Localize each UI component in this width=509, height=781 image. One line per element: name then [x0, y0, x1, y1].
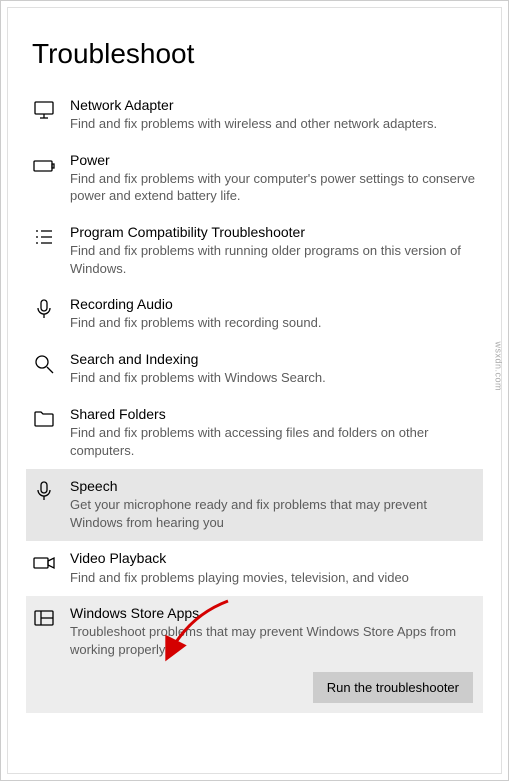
search-icon [32, 352, 56, 376]
troubleshoot-item-network-adapter[interactable]: Network Adapter Find and fix problems wi… [26, 88, 483, 143]
item-title: Search and Indexing [70, 350, 477, 368]
item-desc: Get your microphone ready and fix proble… [70, 496, 477, 531]
item-desc: Find and fix problems with accessing fil… [70, 424, 477, 459]
battery-icon [32, 153, 56, 177]
apps-icon [32, 606, 56, 630]
list-icon [32, 225, 56, 249]
item-title: Recording Audio [70, 295, 477, 313]
microphone-icon [32, 479, 56, 503]
item-title: Speech [70, 477, 477, 495]
folder-icon [32, 407, 56, 431]
item-title: Power [70, 151, 477, 169]
troubleshoot-item-recording-audio[interactable]: Recording Audio Find and fix problems wi… [26, 287, 483, 342]
item-desc: Find and fix problems with recording sou… [70, 314, 477, 332]
troubleshoot-item-shared-folders[interactable]: Shared Folders Find and fix problems wit… [26, 397, 483, 469]
watermark-side: wsxdn.com [494, 341, 504, 391]
video-icon [32, 551, 56, 575]
page-title: Troubleshoot [32, 38, 477, 70]
item-desc: Find and fix problems with your computer… [70, 170, 477, 205]
troubleshoot-item-power[interactable]: Power Find and fix problems with your co… [26, 143, 483, 215]
item-desc: Find and fix problems playing movies, te… [70, 569, 477, 587]
item-desc: Troubleshoot problems that may prevent W… [70, 623, 477, 658]
item-desc: Find and fix problems with running older… [70, 242, 477, 277]
item-desc: Find and fix problems with wireless and … [70, 115, 477, 133]
microphone-icon [32, 297, 56, 321]
run-troubleshooter-button[interactable]: Run the troubleshooter [313, 672, 473, 703]
troubleshoot-item-windows-store-apps[interactable]: Windows Store Apps Troubleshoot problems… [26, 596, 483, 666]
item-title: Video Playback [70, 549, 477, 567]
item-title: Program Compatibility Troubleshooter [70, 223, 477, 241]
monitor-icon [32, 98, 56, 122]
troubleshoot-item-program-compatibility[interactable]: Program Compatibility Troubleshooter Fin… [26, 215, 483, 287]
item-title: Shared Folders [70, 405, 477, 423]
troubleshoot-item-speech[interactable]: Speech Get your microphone ready and fix… [26, 469, 483, 541]
run-button-row: Run the troubleshooter [26, 666, 483, 713]
item-title: Network Adapter [70, 96, 477, 114]
troubleshoot-item-video-playback[interactable]: Video Playback Find and fix problems pla… [26, 541, 483, 596]
item-title: Windows Store Apps [70, 604, 477, 622]
troubleshoot-item-search-indexing[interactable]: Search and Indexing Find and fix problem… [26, 342, 483, 397]
item-desc: Find and fix problems with Windows Searc… [70, 369, 477, 387]
